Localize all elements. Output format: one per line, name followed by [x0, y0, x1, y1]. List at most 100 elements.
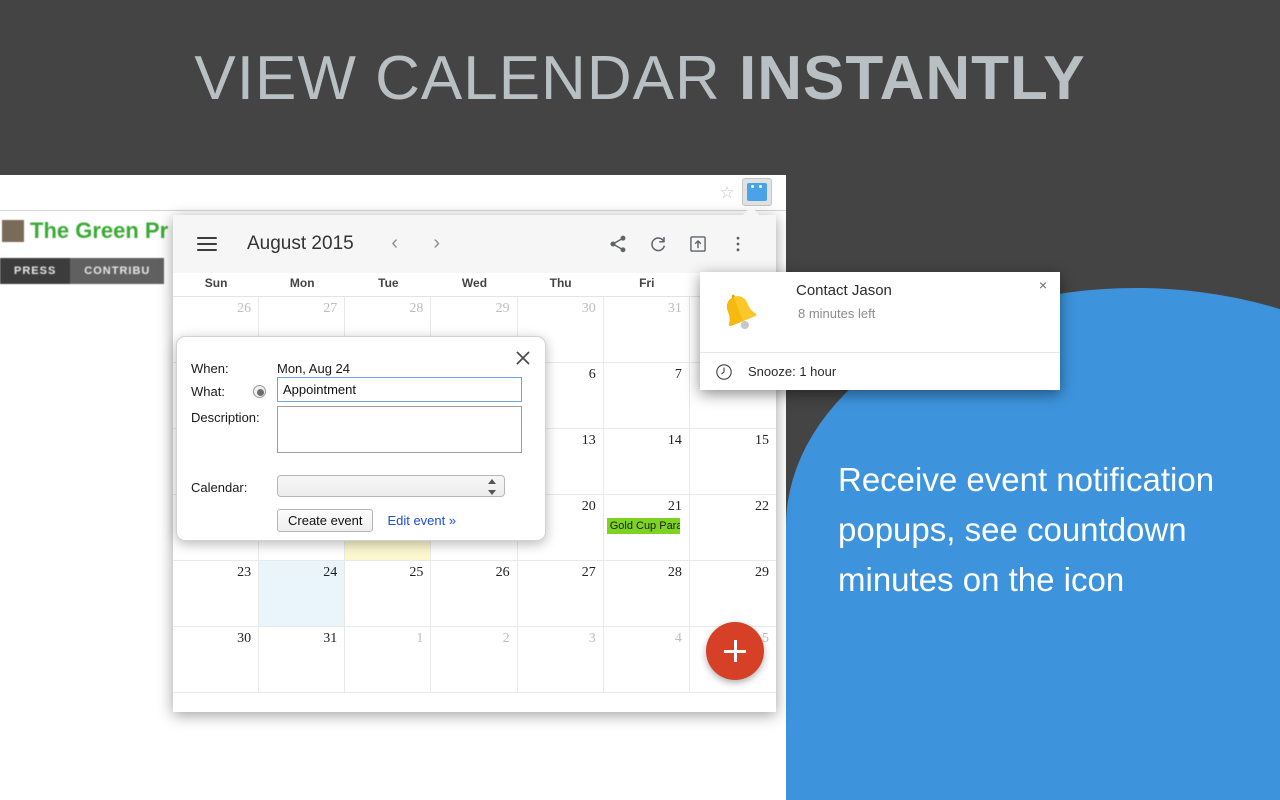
day-number: 4: [674, 631, 682, 646]
omnibox-bar[interactable]: ☆: [0, 175, 786, 211]
calendar-label: Calendar:: [191, 480, 248, 495]
calendar-event-chip[interactable]: Gold Cup Parade: [606, 518, 680, 534]
notification-subtitle: 8 minutes left: [798, 306, 876, 321]
dialog-actions: Create event Edit event »: [277, 509, 456, 532]
weekday-header-fri: Fri: [639, 276, 655, 290]
page-title: August 2015: [247, 233, 354, 254]
description-label: Description:: [191, 410, 260, 425]
day-number: 27: [323, 301, 338, 316]
plus-icon-vertical: [733, 640, 737, 662]
calendar-extension-button[interactable]: [742, 178, 772, 206]
event-title-input[interactable]: [277, 377, 522, 402]
calendar-extension-icon: [747, 183, 767, 201]
extension-icon-dot-left: [751, 185, 754, 188]
bell-icon: [717, 290, 763, 336]
day-number: 22: [755, 499, 769, 514]
promo-headline: VIEW CALENDAR INSTANTLY: [0, 48, 1280, 110]
calendar-day-cell[interactable]: 31: [259, 627, 346, 693]
calendar-day-cell[interactable]: 30: [173, 627, 260, 693]
open-in-new-icon[interactable]: [688, 234, 708, 254]
calendar-day-cell[interactable]: 22: [689, 495, 776, 561]
day-number: 27: [581, 565, 596, 580]
notification-title: Contact Jason: [796, 282, 892, 299]
calendar-day-cell[interactable]: 31: [603, 297, 690, 363]
day-number: 30: [237, 631, 252, 646]
calendar-day-cell[interactable]: 21 Gold Cup Parade: [603, 495, 690, 561]
calendar-day-cell[interactable]: 29: [689, 561, 776, 627]
calendar-actions: [608, 234, 748, 254]
weekday-header-row: SunMonTueWedThuFriSat: [173, 273, 776, 297]
page-nav-item-contribute[interactable]: CONTRIBU: [70, 258, 165, 284]
page-brand: The Green Pr: [0, 213, 168, 249]
day-number: 21: [667, 499, 682, 514]
page-nav: PRESS CONTRIBU: [0, 258, 165, 284]
day-number: 26: [495, 565, 510, 580]
avatar: [2, 220, 24, 242]
create-event-dialog: When: Mon, Aug 24 What: Description: Cal…: [176, 336, 546, 541]
weekday-header-tue: Tue: [378, 276, 399, 290]
stepper-arrows-icon: [487, 479, 496, 495]
day-number: 30: [581, 301, 596, 316]
share-icon[interactable]: [608, 234, 628, 254]
quick-add-radio[interactable]: [253, 385, 266, 398]
more-vert-icon[interactable]: [728, 234, 748, 254]
day-number: 1: [416, 631, 424, 646]
calendar-select[interactable]: [277, 475, 505, 497]
day-number: 25: [409, 565, 424, 580]
day-number: 31: [667, 301, 682, 316]
day-number: 29: [755, 565, 769, 580]
day-number: 3: [588, 631, 596, 646]
page-brand-label: The Green Pr: [30, 218, 169, 243]
when-value: Mon, Aug 24: [277, 361, 350, 376]
calendar-day-cell[interactable]: 4: [603, 627, 690, 693]
star-icon[interactable]: ☆: [718, 184, 736, 202]
calendar-day-cell[interactable]: 1: [345, 627, 432, 693]
day-number: 26: [237, 301, 252, 316]
calendar-day-cell[interactable]: 23: [173, 561, 260, 627]
notification-popup: × Contact Jason 8 minutes left Snooze: 1…: [700, 272, 1060, 390]
day-number: 28: [409, 301, 424, 316]
edit-event-link[interactable]: Edit event »: [387, 513, 456, 528]
popup-caret: [742, 206, 760, 216]
clock-icon: [715, 363, 733, 381]
description-textarea[interactable]: [277, 406, 522, 453]
day-number: 14: [667, 433, 682, 448]
snooze-label: Snooze: 1 hour: [748, 364, 837, 379]
promo-headline-bold: INSTANTLY: [738, 44, 1086, 113]
create-event-button[interactable]: Create event: [277, 509, 374, 532]
promo-caption: Receive event notification popups, see c…: [838, 461, 1215, 598]
prev-month-button[interactable]: ‹: [382, 231, 408, 257]
calendar-day-cell[interactable]: 15: [689, 429, 776, 495]
weekday-header-thu: Thu: [549, 276, 572, 290]
refresh-icon[interactable]: [648, 234, 668, 254]
calendar-day-cell[interactable]: 27: [517, 561, 604, 627]
day-number: 24: [323, 565, 338, 580]
hamburger-menu-icon[interactable]: [197, 237, 217, 251]
next-month-button[interactable]: ›: [424, 231, 450, 257]
calendar-day-cell[interactable]: 2: [431, 627, 518, 693]
calendar-day-cell[interactable]: 26: [431, 561, 518, 627]
day-number: 31: [323, 631, 338, 646]
page-nav-item-press[interactable]: PRESS: [0, 258, 71, 284]
day-number: 23: [237, 565, 252, 580]
weekday-header-wed: Wed: [461, 276, 488, 290]
day-number: 28: [667, 565, 682, 580]
calendar-day-cell[interactable]: 3: [517, 627, 604, 693]
snooze-action[interactable]: Snooze: 1 hour: [700, 353, 1060, 390]
calendar-toolbar: August 2015 ‹ ›: [173, 215, 776, 273]
weekday-header-mon: Mon: [289, 276, 315, 290]
calendar-day-cell[interactable]: 14: [603, 429, 690, 495]
what-label: What:: [191, 384, 225, 399]
calendar-day-cell[interactable]: 24: [259, 561, 346, 627]
extension-icon-dot-right: [759, 185, 762, 188]
weekday-header-sun: Sun: [204, 276, 228, 290]
calendar-day-cell[interactable]: 28: [603, 561, 690, 627]
day-number: 2: [502, 631, 510, 646]
promo-headline-thin: VIEW CALENDAR: [194, 44, 721, 113]
calendar-day-cell[interactable]: 25: [345, 561, 432, 627]
add-event-fab[interactable]: [706, 622, 764, 680]
calendar-day-cell[interactable]: 7: [603, 363, 690, 429]
notification-body: Contact Jason 8 minutes left: [700, 272, 1060, 352]
day-number: 15: [755, 433, 769, 448]
close-icon[interactable]: [514, 349, 532, 367]
